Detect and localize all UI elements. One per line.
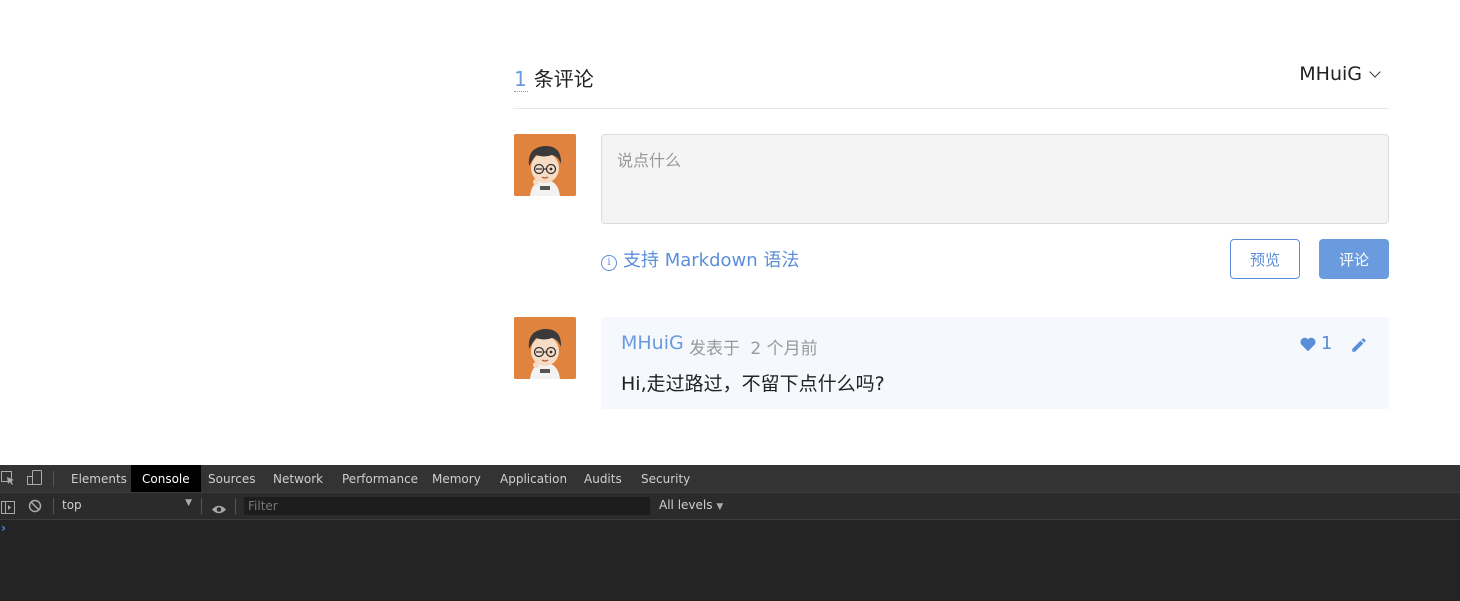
preview-button[interactable]: 预览 [1230,239,1300,279]
tab-sources[interactable]: Sources [197,465,266,492]
tab-elements[interactable]: Elements [60,465,138,492]
comment-text: Hi,走过路过，不留下点什么吗? [621,373,885,395]
device-toolbar-icon[interactable] [27,470,43,490]
tab-memory[interactable]: Memory [421,465,492,492]
edit-comment-button[interactable] [1350,336,1368,358]
chevron-down-icon [1369,66,1381,78]
tab-network[interactable]: Network [262,465,334,492]
tab-separator [53,471,54,487]
markdown-hint-link[interactable]: i 支持 Markdown 语法 [601,246,799,272]
submit-comment-button[interactable]: 评论 [1319,239,1389,279]
console-filter-input[interactable] [244,497,650,515]
dropdown-arrow-icon: ▼ [185,498,192,508]
comment-count: 1 条评论 [514,63,594,92]
tab-application[interactable]: Application [489,465,578,492]
context-selector[interactable]: top ▼ [62,498,192,512]
current-user-avatar [514,134,576,196]
context-selector-value: top [62,498,82,512]
comment-author[interactable]: MHuiG [621,332,684,354]
user-menu[interactable]: MHuiG [1299,63,1381,85]
comment-author-avatar[interactable] [514,317,576,379]
info-icon: i [601,255,617,271]
console-toolbar: top ▼ All levels ▼ [0,493,1460,520]
tab-security[interactable]: Security [630,465,701,492]
toolbar-separator [53,498,54,514]
tab-performance[interactable]: Performance [331,465,429,492]
user-menu-name: MHuiG [1299,63,1362,85]
pencil-icon [1352,338,1366,352]
comment-time: 2 个月前 [750,339,818,359]
eye-icon[interactable] [211,500,227,519]
comment-count-number[interactable]: 1 [514,67,528,92]
like-button[interactable]: 1 [1299,333,1332,354]
tab-audits[interactable]: Audits [573,465,633,492]
sidebar-toggle-icon[interactable] [1,499,15,518]
inspect-element-icon[interactable] [1,471,15,490]
devtools-tab-bar: Elements Console Sources Network Perform… [0,465,1460,493]
toolbar-separator [235,498,236,514]
heart-icon [1300,337,1316,351]
comment-input[interactable] [602,135,1388,223]
comment-count-label: 条评论 [533,67,594,91]
devtools-panel: Elements Console Sources Network Perform… [0,465,1460,601]
comment-header: 1 条评论 MHuiG [513,60,1389,109]
clear-console-icon[interactable] [28,498,42,517]
console-prompt-icon[interactable]: › [1,521,6,535]
toolbar-separator [201,498,202,514]
log-levels-dropdown[interactable]: All levels ▼ [659,498,723,512]
log-levels-label: All levels [659,498,713,512]
comment-editor[interactable] [601,134,1389,224]
comment-posted-prefix: 发表于 [689,339,740,359]
like-count: 1 [1321,333,1333,354]
dropdown-arrow-icon: ▼ [716,502,724,512]
comment-meta: 发表于 2 个月前 [689,334,818,359]
comment-item: MHuiG 发表于 2 个月前 Hi,走过路过，不留下点什么吗? 1 [601,317,1389,409]
markdown-hint-label: 支持 Markdown 语法 [623,250,800,271]
tab-console[interactable]: Console [131,465,201,492]
